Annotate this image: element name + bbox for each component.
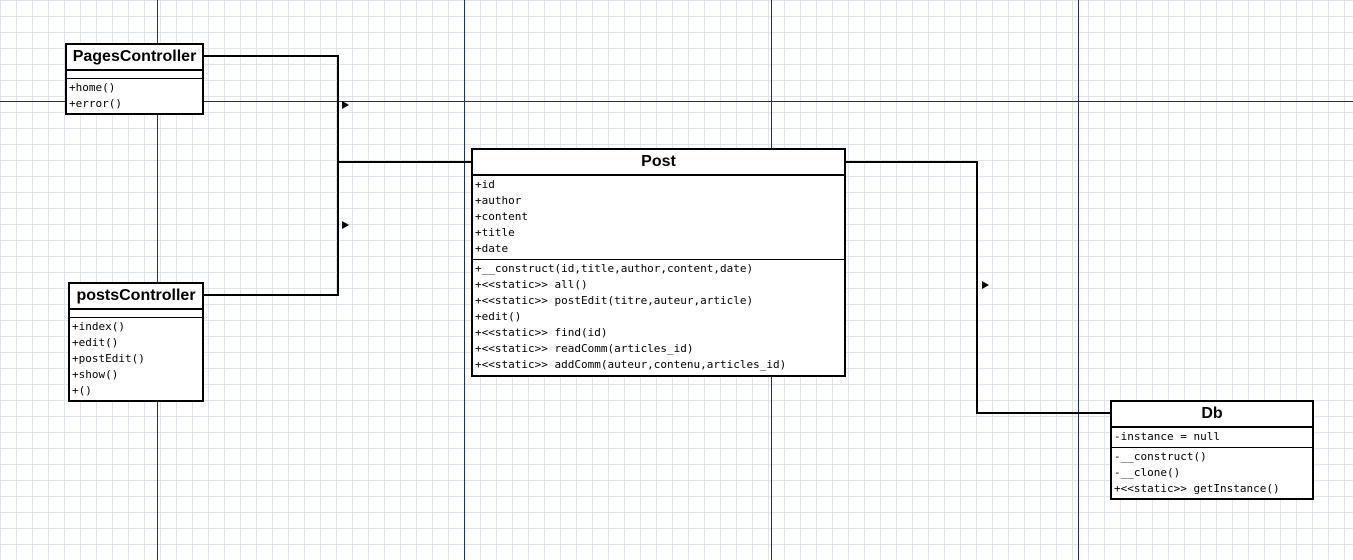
navigability-arrow-icon	[982, 281, 989, 289]
method-row: +error()	[69, 97, 122, 110]
post-to-db-connector	[846, 161, 1110, 414]
method-row: +postEdit()	[72, 352, 145, 365]
posts-to-post-connector	[204, 162, 339, 296]
attributes-section	[70, 310, 202, 318]
attribute-row: +id	[475, 178, 495, 191]
method-row: -__clone()	[1114, 466, 1181, 479]
methods-section: +index() +edit() +postEdit() +show() +()	[70, 318, 202, 401]
navigability-arrow-icon	[342, 101, 349, 109]
method-row: +show()	[72, 368, 119, 381]
attributes-section: -instance = null	[1112, 428, 1312, 448]
navigability-arrow-icon	[342, 221, 349, 229]
method-row: +__construct(id,title,author,content,dat…	[475, 262, 754, 275]
method-row: +<<static>> all()	[475, 278, 588, 291]
method-row: +edit()	[72, 336, 119, 349]
attribute-row: -instance = null	[1114, 430, 1220, 443]
method-row: +<<static>> getInstance()	[1114, 482, 1280, 495]
class-name: PagesController	[67, 45, 202, 71]
class-name: Db	[1112, 402, 1312, 428]
attributes-section: +id +author +content +title +date	[473, 176, 844, 260]
method-row: +()	[72, 384, 92, 397]
method-row: +<<static>> addComm(auteur,contenu,artic…	[475, 358, 787, 371]
pages-to-post-connector	[204, 55, 472, 163]
diagram-canvas[interactable]: PagesController +home() +error() postsCo…	[0, 0, 1353, 560]
class-pages-controller[interactable]: PagesController +home() +error()	[65, 43, 204, 115]
method-row: +<<static>> find(id)	[475, 326, 608, 339]
methods-section: +__construct(id,title,author,content,dat…	[473, 260, 844, 375]
attributes-section	[67, 71, 202, 79]
class-posts-controller[interactable]: postsController +index() +edit() +postEd…	[68, 282, 204, 402]
attribute-row: +content	[475, 210, 528, 223]
attribute-row: +title	[475, 226, 515, 239]
methods-section: -__construct() -__clone() +<<static>> ge…	[1112, 448, 1312, 499]
class-db[interactable]: Db -instance = null -__construct() -__cl…	[1110, 400, 1314, 500]
method-row: +home()	[69, 81, 116, 94]
class-name: Post	[473, 150, 844, 176]
class-post[interactable]: Post +id +author +content +title +date +…	[471, 148, 846, 377]
attribute-row: +date	[475, 242, 509, 255]
method-row: -__construct()	[1114, 450, 1207, 463]
methods-section: +home() +error()	[67, 79, 202, 114]
class-name: postsController	[70, 284, 202, 310]
attribute-row: +author	[475, 194, 522, 207]
method-row: +<<static>> postEdit(titre,auteur,articl…	[475, 294, 754, 307]
method-row: +edit()	[475, 310, 522, 323]
method-row: +<<static>> readComm(articles_id)	[475, 342, 694, 355]
method-row: +index()	[72, 320, 125, 333]
